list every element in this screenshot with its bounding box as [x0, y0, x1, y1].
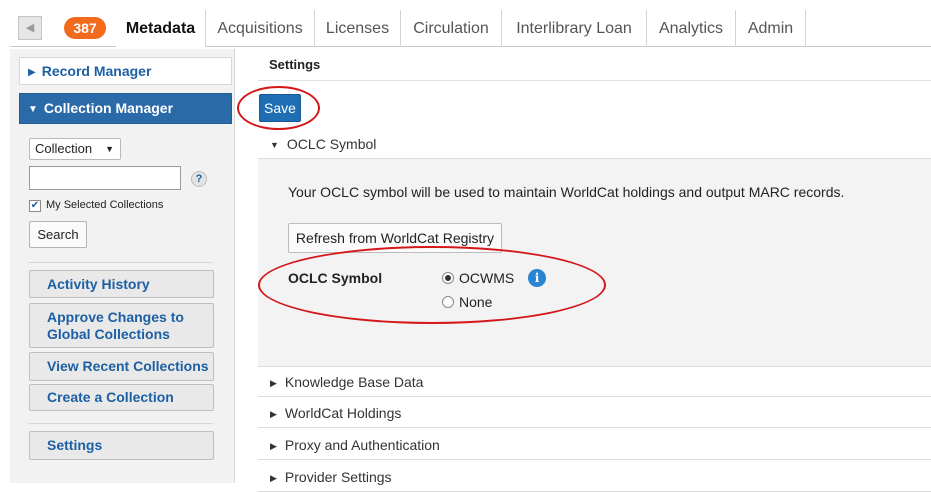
create-collection-button[interactable]: Create a Collection: [29, 384, 214, 411]
section-provider-settings[interactable]: ▶ Provider Settings: [258, 463, 931, 492]
divider: [28, 262, 213, 263]
tab-acquisitions[interactable]: Acquisitions: [206, 10, 315, 47]
oclc-symbol-label: OCLC Symbol: [288, 270, 383, 286]
section-title: WorldCat Holdings: [284, 405, 402, 421]
section-title: Proxy and Authentication: [284, 437, 440, 453]
chevron-right-icon: ▶: [270, 473, 277, 483]
section-worldcat-holdings[interactable]: ▶ WorldCat Holdings: [258, 399, 931, 428]
page-title: Settings: [258, 49, 931, 81]
tab-analytics[interactable]: Analytics: [647, 10, 736, 47]
radio-none-label: None: [459, 294, 493, 310]
refresh-from-worldcat-button[interactable]: Refresh from WorldCat Registry: [288, 223, 502, 253]
tab-admin[interactable]: Admin: [736, 10, 806, 47]
search-scope-value: Collection: [35, 141, 93, 156]
section-title: Knowledge Base Data: [284, 374, 424, 390]
record-manager-link[interactable]: ▶ Record Manager: [19, 57, 232, 85]
chevron-down-icon: ▼: [105, 144, 114, 154]
tab-metadata[interactable]: Metadata: [116, 10, 206, 47]
tab-licenses[interactable]: Licenses: [315, 10, 401, 47]
oclc-symbol-panel: Your OCLC symbol will be used to maintai…: [258, 159, 931, 367]
record-manager-label: Record Manager: [41, 63, 152, 79]
count-badge[interactable]: 387: [64, 17, 106, 39]
chevron-right-icon: ▶: [270, 441, 277, 451]
help-icon[interactable]: ?: [191, 171, 207, 187]
save-button[interactable]: Save: [259, 94, 301, 122]
oclc-description: Your OCLC symbol will be used to maintai…: [288, 184, 845, 200]
divider: [28, 423, 213, 424]
activity-history-button[interactable]: Activity History: [29, 270, 214, 298]
section-oclc-symbol[interactable]: ▼ OCLC Symbol: [258, 130, 931, 159]
info-icon[interactable]: i: [528, 269, 546, 287]
chevron-right-icon: ▶: [270, 409, 277, 419]
approve-changes-button[interactable]: Approve Changes to Global Collections: [29, 303, 214, 348]
search-scope-select[interactable]: Collection ▼: [29, 138, 121, 160]
collection-manager-panel[interactable]: ▼ Collection Manager: [19, 93, 232, 124]
section-title: OCLC Symbol: [286, 136, 377, 152]
chevron-right-icon: ▶: [270, 378, 277, 388]
my-selected-collections-checkbox[interactable]: ✔: [29, 200, 41, 212]
tab-interlibrary-loan[interactable]: Interlibrary Loan: [502, 10, 647, 47]
top-navigation-bar: ◀ 387 Metadata Acquisitions Licenses Cir…: [10, 10, 931, 47]
radio-ocwms[interactable]: [442, 272, 454, 284]
collection-search-input[interactable]: [29, 166, 181, 190]
sidebar: ▶ Record Manager ▼ Collection Manager Coll…: [10, 49, 235, 483]
my-selected-collections-label: My Selected Collections: [46, 199, 164, 211]
section-proxy-and-authentication[interactable]: ▶ Proxy and Authentication: [258, 431, 931, 460]
tab-circulation[interactable]: Circulation: [401, 10, 502, 47]
search-button[interactable]: Search: [29, 221, 87, 248]
collection-manager-label: Collection Manager: [43, 100, 174, 116]
settings-content: Settings Save ▼ OCLC Symbol Your OCLC sym…: [258, 49, 931, 492]
chevron-down-icon: ▼: [270, 140, 279, 150]
view-recent-collections-button[interactable]: View Recent Collections: [29, 352, 214, 381]
settings-button[interactable]: Settings: [29, 431, 214, 460]
chevron-right-icon: ▶: [28, 67, 36, 78]
collapse-left-icon[interactable]: ◀: [18, 16, 42, 40]
radio-ocwms-label: OCWMS: [459, 270, 515, 286]
radio-none[interactable]: [442, 296, 454, 308]
chevron-down-icon: ▼: [28, 104, 38, 115]
section-knowledge-base-data[interactable]: ▶ Knowledge Base Data: [258, 368, 931, 397]
